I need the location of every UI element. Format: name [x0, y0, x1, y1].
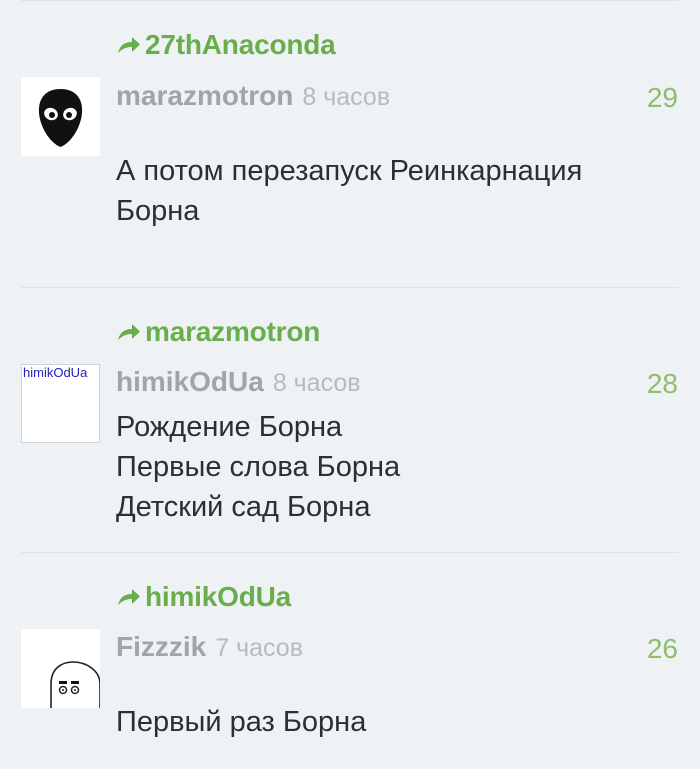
comment-time: 8 часов — [272, 369, 361, 397]
comment-rating: 26 — [646, 633, 678, 664]
reply-to-username[interactable]: marazmotron — [145, 316, 320, 348]
reply-arrow-icon — [118, 589, 140, 605]
comment-line: Борна — [116, 195, 200, 227]
divider — [21, 287, 679, 288]
comment-rating: 29 — [646, 82, 678, 113]
comment-body: А потом перезапуск Реинкарнация Борна — [116, 151, 670, 231]
comment-meta: Fizzzik 7 часов — [116, 631, 303, 667]
reply-arrow-icon — [118, 324, 140, 340]
author-name[interactable]: marazmotron — [116, 80, 293, 112]
comment-body: Первый раз Борна — [116, 702, 670, 742]
reply-to-username[interactable]: 27thAnaconda — [145, 29, 336, 61]
comment-line: Рождение Борна — [116, 411, 343, 443]
avatar[interactable] — [21, 77, 100, 156]
comment-line: А потом перезапуск Реинкарнация — [116, 155, 583, 187]
comment-time: 8 часов — [302, 83, 391, 111]
comment-line: Детский сад Борна — [116, 491, 371, 523]
divider — [21, 0, 679, 1]
reply-to-link[interactable]: 27thAnaconda — [116, 25, 336, 65]
comment-body: Рождение Борна Первые слова Борна Детски… — [116, 407, 670, 527]
author-name[interactable]: Fizzzik — [116, 631, 206, 663]
avatar[interactable]: himikOdUa — [21, 364, 100, 443]
reply-arrow-icon — [118, 37, 140, 53]
author-name[interactable]: himikOdUa — [116, 366, 264, 398]
comment-meta: marazmotron 8 часов — [116, 80, 390, 116]
cartoon-face-icon — [50, 661, 101, 708]
alien-head-icon — [38, 89, 83, 147]
comment-line: Первый раз Борна — [116, 706, 367, 738]
comment-line: Первые слова Борна — [116, 451, 401, 483]
reply-to-username[interactable]: himikOdUa — [145, 581, 291, 613]
comment-rating: 28 — [646, 368, 678, 399]
comment-meta: himikOdUa 8 часов — [116, 366, 361, 402]
reply-to-link[interactable]: himikOdUa — [116, 577, 291, 617]
comment-time: 7 часов — [215, 634, 303, 662]
avatar-alt-text: himikOdUa — [23, 365, 88, 380]
avatar[interactable] — [21, 629, 101, 708]
reply-to-link[interactable]: marazmotron — [116, 312, 320, 352]
divider — [21, 552, 679, 553]
